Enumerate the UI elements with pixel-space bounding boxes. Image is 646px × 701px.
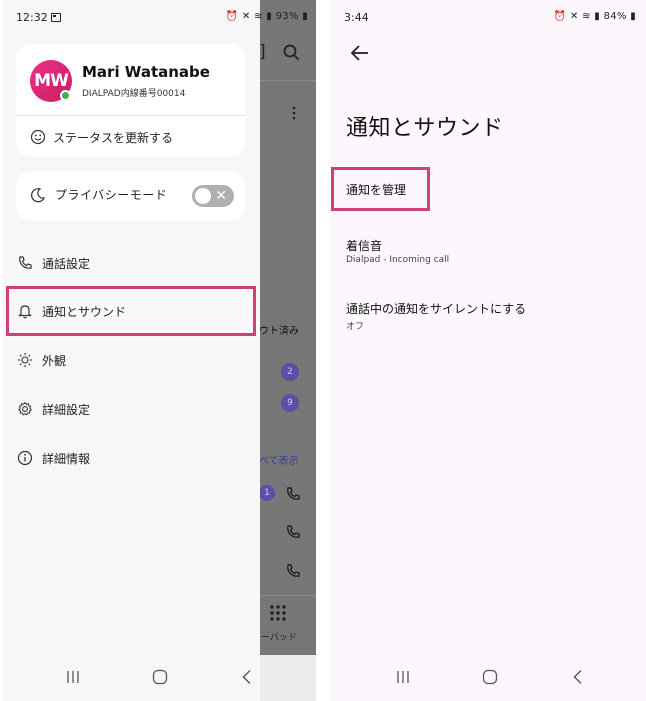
recent-apps-button[interactable] — [63, 667, 83, 687]
card-divider — [16, 115, 246, 116]
home-button[interactable] — [480, 667, 500, 687]
nav-bar-overlay — [260, 655, 316, 701]
page-title: 通知とサウンド — [346, 116, 504, 141]
setting-subtitle: オフ — [346, 322, 365, 332]
back-arrow-icon[interactable] — [349, 42, 371, 64]
signal-icon: ▮ — [594, 11, 601, 22]
status-time: 3:44 — [344, 11, 369, 24]
update-status-button[interactable]: ステータスを更新する — [30, 127, 173, 147]
left-phone-screen: ] ウト済み 2 9 べて表示 1 ーパッド 12:32 MW Mari Wat… — [3, 0, 316, 701]
moon-icon — [31, 187, 46, 202]
menu-item-label: 外観 — [42, 353, 67, 368]
status-time: 12:32 — [16, 11, 61, 24]
menu-item-about[interactable]: 詳細情報 — [17, 447, 90, 469]
menu-item-call-settings[interactable]: 通話設定 — [17, 252, 90, 274]
setting-title: 通話中の通知をサイレントにする — [346, 302, 527, 316]
battery-icon: ▮ — [302, 11, 308, 22]
menu-item-label: 詳細設定 — [42, 402, 91, 417]
privacy-mode-card: プライバシーモード ✕ — [16, 171, 246, 221]
status-bar: 12:32 — [3, 0, 260, 34]
phone-icon[interactable] — [285, 486, 301, 502]
smiley-icon — [30, 129, 46, 145]
mute-icon: ✕ — [241, 11, 251, 22]
back-button[interactable] — [237, 667, 257, 687]
status-bar: 3:44 ⏰ ✕ ≋ ▮ 84% ▮ — [331, 0, 646, 34]
privacy-mode-row: プライバシーモード — [30, 186, 167, 203]
status-indicators: ⏰ ✕ ≋ ▮ 93% ▮ — [226, 11, 308, 22]
background-separator — [259, 595, 316, 596]
phone-icon[interactable] — [285, 524, 301, 540]
alarm-icon: ⏰ — [553, 11, 567, 22]
background-badge: 2 — [281, 363, 299, 381]
profile-card: MW Mari Watanabe DIALPAD内線番号00014 ステータスを… — [16, 44, 246, 157]
dialpad-icon[interactable] — [269, 604, 287, 622]
system-nav-bar — [331, 655, 646, 701]
background-separator — [259, 80, 316, 81]
battery-percent: 93% — [275, 11, 299, 22]
update-status-label: ステータスを更新する — [53, 130, 174, 145]
gallery-notification-icon — [50, 13, 61, 22]
privacy-mode-label: プライバシーモード — [55, 188, 168, 202]
gear-icon — [18, 401, 32, 416]
background-logout-text: ウト済み — [259, 326, 299, 337]
background-dialpad-label[interactable]: ーパッド — [261, 630, 297, 643]
battery-icon: ▮ — [630, 11, 636, 22]
setting-title: 着信音 — [346, 239, 383, 253]
more-vert-icon[interactable] — [292, 106, 296, 120]
highlight-box — [6, 286, 256, 336]
wifi-icon: ≋ — [582, 11, 591, 22]
info-icon — [17, 450, 33, 466]
signal-icon: ▮ — [266, 11, 273, 22]
sun-icon — [18, 353, 32, 367]
background-badge: 9 — [281, 394, 299, 412]
recent-apps-button[interactable] — [393, 667, 413, 687]
menu-item-label: 通話設定 — [42, 256, 91, 271]
menu-item-appearance[interactable]: 外観 — [17, 349, 66, 371]
menu-item-advanced-settings[interactable]: 詳細設定 — [17, 398, 90, 420]
phone-icon[interactable] — [285, 563, 301, 579]
background-app-header: ] — [259, 30, 316, 80]
background-show-all-link[interactable]: べて表示 — [259, 452, 299, 467]
back-button[interactable] — [568, 667, 588, 687]
battery-percent: 84% — [603, 11, 627, 22]
highlight-box — [331, 167, 430, 211]
toggle-knob — [195, 188, 211, 204]
setting-subtitle: Dialpad - Incoming call — [346, 255, 450, 265]
close-icon: ✕ — [215, 188, 227, 204]
menu-item-label: 詳細情報 — [42, 451, 91, 466]
privacy-mode-toggle[interactable]: ✕ — [192, 185, 234, 207]
background-badge: 1 — [259, 485, 275, 501]
phone-icon — [19, 256, 32, 269]
system-nav-bar — [3, 655, 260, 701]
alarm-icon: ⏰ — [225, 11, 239, 22]
user-name: Mari Watanabe — [82, 63, 210, 81]
user-extension: DIALPAD内線番号00014 — [82, 89, 186, 99]
status-indicators: ⏰ ✕ ≋ ▮ 84% ▮ — [554, 11, 636, 22]
home-button[interactable] — [150, 667, 170, 687]
right-phone-screen: 3:44 ⏰ ✕ ≋ ▮ 84% ▮ 通知とサウンド 通知を管理 着信音 Dia… — [331, 0, 646, 701]
presence-indicator — [60, 90, 71, 101]
search-icon[interactable] — [283, 44, 300, 61]
mute-icon: ✕ — [569, 11, 579, 22]
wifi-icon: ≋ — [254, 11, 263, 22]
